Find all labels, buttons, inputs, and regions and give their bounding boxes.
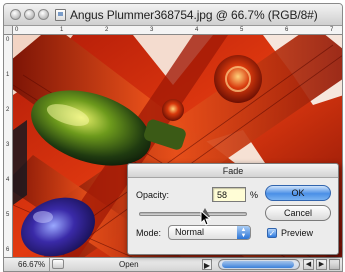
scroll-right-icon[interactable]: ▶: [316, 259, 327, 270]
ruler-label: 7: [330, 27, 334, 33]
fade-dialog: Fade Opacity: % Mode: Normal ▲▼ OK Cance…: [127, 163, 339, 255]
cancel-button[interactable]: Cancel: [265, 205, 331, 221]
ruler-label: 1: [6, 72, 10, 78]
opacity-label: Opacity:: [136, 190, 170, 200]
ruler-label: 0: [15, 27, 19, 33]
mode-select[interactable]: Normal ▲ ▼: [168, 225, 251, 240]
status-label: Open: [119, 260, 139, 269]
document-proxy-icon[interactable]: [55, 9, 66, 21]
status-menu-arrow-icon[interactable]: ▶: [202, 259, 212, 270]
ruler-label: 5: [240, 27, 244, 33]
horizontal-scrollbar[interactable]: [218, 259, 300, 270]
dialog-title: Fade: [128, 164, 338, 178]
ruler-label: 4: [195, 27, 199, 33]
ruler-origin[interactable]: [4, 26, 13, 35]
ruler-label: 6: [6, 247, 10, 253]
ruler-label: 1: [60, 27, 64, 33]
ruler-label: 3: [6, 142, 10, 148]
pointer-cursor-icon: [200, 210, 212, 226]
horizontal-ruler[interactable]: 0 1 2 3 4 5 6 7: [13, 26, 342, 35]
ok-button[interactable]: OK: [265, 185, 331, 201]
mode-select-value: Normal: [175, 227, 205, 237]
ruler-label: 5: [6, 212, 10, 218]
ruler-label: 4: [6, 177, 10, 183]
ruler-label: 3: [150, 27, 154, 33]
chevron-updown-icon: ▲ ▼: [237, 226, 250, 239]
ruler-label: 2: [6, 107, 10, 113]
scroll-left-icon[interactable]: ◀: [303, 259, 314, 270]
opacity-input[interactable]: [212, 187, 246, 202]
zoom-icon[interactable]: [38, 9, 49, 20]
status-info-button[interactable]: [52, 259, 64, 269]
scrollbar-thumb[interactable]: [222, 261, 294, 268]
opacity-unit: %: [250, 190, 259, 200]
preview-label[interactable]: Preview: [281, 228, 313, 238]
window-title: Angus Plummer368754.jpg @ 66.7% (RGB/8#): [70, 8, 318, 22]
zoom-level-field[interactable]: 66.67%: [4, 258, 50, 271]
resize-grip-icon[interactable]: [329, 259, 340, 270]
close-icon[interactable]: [10, 9, 21, 20]
minimize-icon[interactable]: [24, 9, 35, 20]
ruler-label: 2: [105, 27, 109, 33]
ruler-label: 0: [6, 37, 10, 43]
mode-label: Mode:: [136, 228, 162, 238]
ruler-label: 6: [285, 27, 289, 33]
status-bar: 66.67% Open ▶ ◀ ▶: [4, 257, 342, 271]
checkmark-icon[interactable]: ✓: [267, 228, 277, 238]
vertical-ruler[interactable]: 0 1 2 3 4 5 6: [4, 35, 13, 257]
opacity-slider[interactable]: [139, 212, 247, 216]
title-bar[interactable]: Angus Plummer368754.jpg @ 66.7% (RGB/8#): [4, 4, 342, 26]
